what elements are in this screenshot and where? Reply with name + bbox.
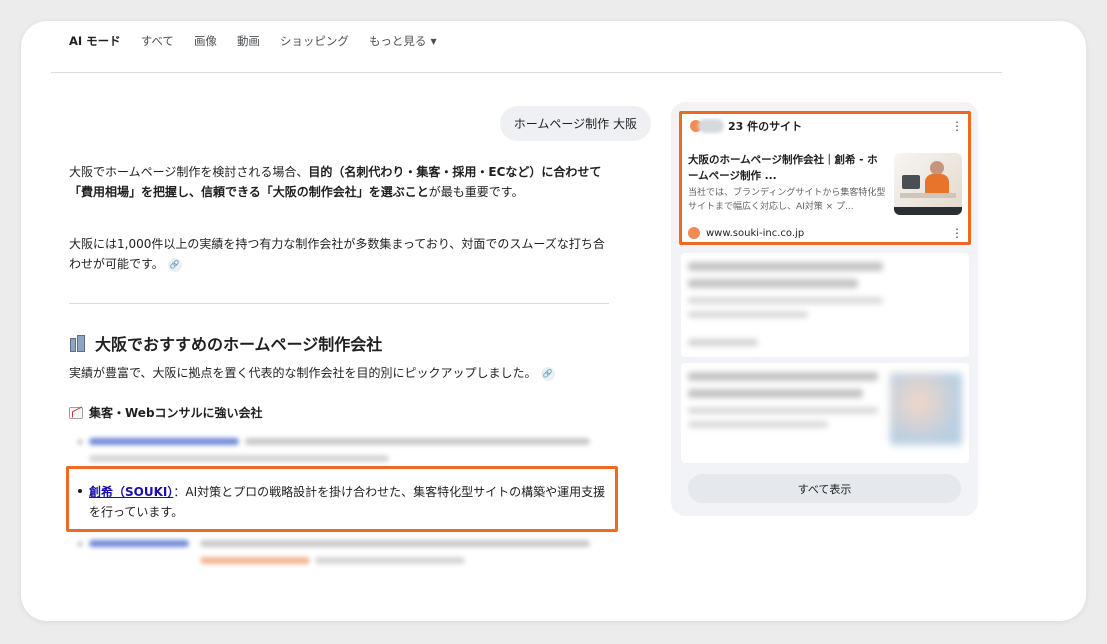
- blurred-text: [688, 372, 878, 381]
- blurred-text: [688, 297, 883, 304]
- blurred-link: [89, 540, 189, 547]
- blurred-text: [688, 389, 863, 398]
- blurred-text: [200, 557, 310, 564]
- subsection-heading-text: 集客・Webコンサルに強い会社: [89, 406, 263, 420]
- blurred-thumbnail: [890, 373, 962, 445]
- section-subtext: 実績が豊富で、大阪に拠点を置く代表的な制作会社を目的別にピックアップしました。 🔗: [69, 364, 555, 381]
- tab-more[interactable]: もっと見る ▼: [369, 33, 437, 49]
- section-subtext-label: 実績が豊富で、大阪に拠点を置く代表的な制作会社を目的別にピックアップしました。: [69, 366, 537, 380]
- bullet-dot: [78, 440, 82, 444]
- answer-p1-text: 大阪でホームページ制作を検討される場合、: [69, 165, 309, 179]
- subsection-heading: 集客・Webコンサルに強い会社: [69, 404, 263, 421]
- show-all-button[interactable]: すべて表示: [688, 474, 961, 503]
- blurred-text: [315, 557, 465, 564]
- tab-all[interactable]: すべて: [141, 33, 174, 49]
- blurred-text: [688, 421, 828, 428]
- tab-images[interactable]: 画像: [194, 33, 217, 49]
- tab-shopping[interactable]: ショッピング: [280, 33, 349, 49]
- building-icon: [69, 334, 87, 352]
- tab-more-label: もっと見る: [368, 34, 427, 48]
- citation-link-icon[interactable]: 🔗: [540, 366, 555, 381]
- blurred-text: [688, 262, 883, 271]
- citation-link-icon[interactable]: 🔗: [167, 257, 182, 272]
- tabs-divider: [51, 72, 1002, 73]
- answer-paragraph-2: 大阪には1,000件以上の実績を持つ有力な制作会社が多数集まっており、対面でのス…: [69, 234, 609, 274]
- blurred-text: [688, 279, 858, 288]
- highlighted-list-item: 創希（SOUKI）：AI対策とプロの戦略設計を掛け合わせた、集客特化型サイトの構…: [89, 482, 609, 522]
- answer-p2-text: 大阪には1,000件以上の実績を持つ有力な制作会社が多数集まっており、対面でのス…: [69, 237, 605, 271]
- blurred-text: [200, 540, 590, 547]
- answer-p1-text-end: が最も重要です。: [428, 185, 524, 199]
- blurred-text: [688, 311, 808, 318]
- blurred-text: [688, 339, 758, 346]
- blurred-text: [688, 407, 878, 414]
- tab-ai-mode[interactable]: AI モード: [69, 33, 121, 49]
- blurred-text: [89, 455, 389, 462]
- blurred-link: [89, 438, 239, 445]
- chart-increasing-icon: [69, 406, 83, 419]
- user-query-bubble: ホームページ制作 大阪: [499, 106, 651, 141]
- section-divider: [69, 303, 609, 304]
- section-heading: 大阪でおすすめのホームページ制作会社: [69, 331, 382, 355]
- caret-down-icon: ▼: [430, 37, 437, 46]
- bullet-dot: [78, 489, 82, 493]
- blurred-text: [245, 438, 590, 445]
- highlight-box: [679, 111, 971, 245]
- search-tabs: AI モード すべて 画像 動画 ショッピング もっと見る ▼: [69, 33, 437, 49]
- bullet-dot: [78, 542, 82, 546]
- souki-link[interactable]: 創希（SOUKI）: [89, 485, 173, 499]
- tab-videos[interactable]: 動画: [237, 33, 260, 49]
- section-heading-text: 大阪でおすすめのホームページ制作会社: [95, 335, 383, 354]
- answer-paragraph-1: 大阪でホームページ制作を検討される場合、目的（名刺代わり・集客・採用・ECなど）…: [69, 162, 609, 202]
